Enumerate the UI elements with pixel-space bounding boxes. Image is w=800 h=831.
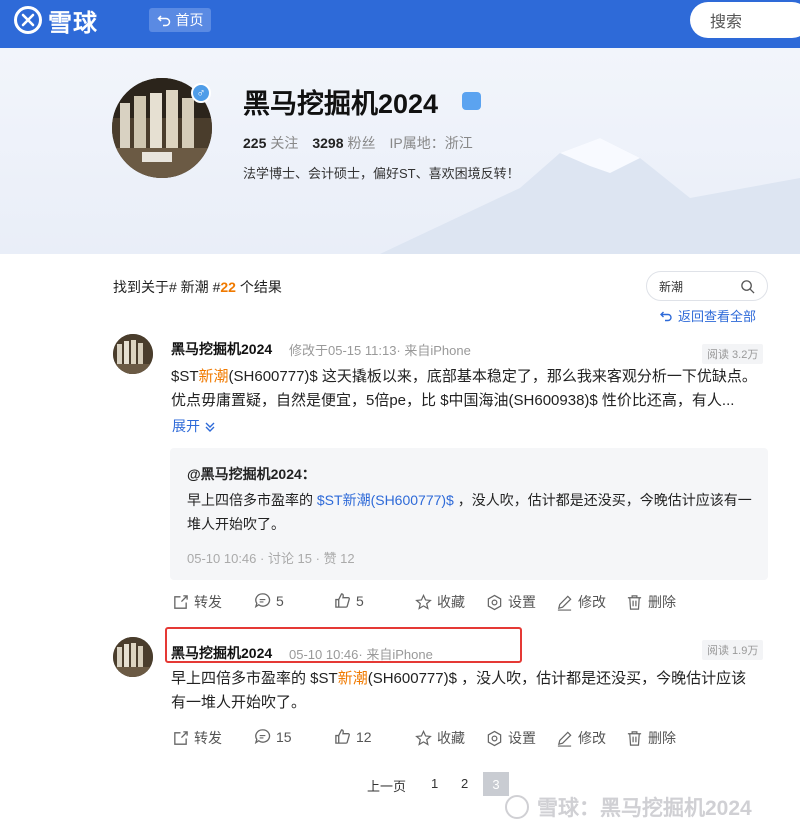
trash-icon (627, 730, 642, 746)
settings-button[interactable]: 设置 (486, 728, 536, 748)
following-stat[interactable]: 225 关注 (243, 133, 298, 153)
post-body-line1: $ST新潮(SH600777)$ 这天撬板以来，底部基本稳定了，那么我来客观分析… (171, 368, 757, 385)
profile-bio: 法学博士、会计硕士，偏好ST、喜欢困境反转！ (243, 166, 520, 181)
edit-button[interactable]: 修改 (556, 728, 606, 748)
post-body[interactable]: $ST新潮(SH600777)$ 这天撬板以来，底部基本稳定了，那么我来客观分析… (171, 365, 771, 413)
post-body-line2: 有一堆人开始吹了。 (171, 694, 307, 711)
repost-icon (174, 730, 188, 745)
logo-icon (14, 6, 42, 34)
search-icon[interactable] (740, 279, 755, 294)
post-body-line2: 优点毋庸置疑，自然是便宜，5倍pe，比 $中国海油(SH600938)$ 性价比… (171, 392, 735, 409)
top-navigation-bar: 雪球 首页 搜索 (0, 0, 800, 48)
post-body[interactable]: 早上四倍多市盈率的 $ST新潮(SH600777)$ ，没人吹，估计都是还没买，… (171, 667, 771, 715)
post-search-value: 新潮 (659, 279, 684, 294)
expand-link[interactable]: 展开 (172, 416, 216, 436)
gear-icon (487, 594, 502, 610)
repost-button[interactable]: 转发 (172, 728, 222, 748)
post-actions: 转发 5 5 收藏 设置 修改 删除 (172, 592, 692, 614)
male-gender-icon: ♂ (191, 83, 211, 103)
pencil-icon (557, 730, 572, 747)
favorite-button[interactable]: 收藏 (415, 728, 465, 748)
page-1-button[interactable]: 1 (431, 776, 438, 791)
post-actions: 转发 15 12 收藏 设置 修改 删除 (172, 728, 692, 750)
thumbs-up-icon (335, 593, 350, 608)
comment-icon (254, 729, 271, 745)
read-count-badge: 阅读 1.9万 (702, 640, 764, 660)
profile-stats: 225 关注 3298 粉丝 IP属地：浙江 (243, 133, 473, 153)
edit-button[interactable]: 修改 (556, 592, 606, 612)
xueqiu-logo[interactable]: 雪球 (14, 6, 98, 37)
repost-button[interactable]: 转发 (172, 592, 222, 612)
post-author-avatar[interactable] (113, 637, 153, 677)
comment-button[interactable]: 15 (254, 728, 292, 745)
repost-icon (174, 594, 188, 609)
comment-button[interactable]: 5 (254, 592, 284, 609)
back-arrow-icon (156, 15, 170, 27)
post-search-input[interactable]: 新潮 (646, 271, 768, 301)
delete-button[interactable]: 删除 (626, 592, 676, 612)
home-button[interactable]: 首页 (149, 8, 211, 32)
quoted-author[interactable]: @黑马挖掘机2024： (187, 464, 316, 484)
read-count-badge: 阅读 3.2万 (702, 344, 764, 364)
star-icon (415, 729, 432, 746)
comment-icon (254, 593, 271, 609)
page-2-button[interactable]: 2 (461, 776, 468, 791)
prev-page-button[interactable]: 上一页 (367, 776, 406, 795)
settings-button[interactable]: 设置 (486, 592, 536, 612)
thumbs-up-icon (335, 729, 350, 744)
like-button[interactable]: 12 (334, 728, 372, 745)
brand-name: 雪球 (48, 9, 98, 37)
star-icon (415, 593, 432, 610)
followers-stat[interactable]: 3298 粉丝 (312, 133, 375, 153)
double-chevron-down-icon (205, 422, 215, 433)
trash-icon (627, 594, 642, 610)
post-author-avatar[interactable] (113, 334, 153, 374)
stock-link[interactable]: $ST新潮(SH600777)$ (317, 492, 454, 508)
like-button[interactable]: 5 (334, 592, 364, 609)
favorite-button[interactable]: 收藏 (415, 592, 465, 612)
return-arrow-icon (660, 311, 672, 321)
quoted-text: 早上四倍多市盈率的 $ST新潮(SH600777)$ ，没人吹，估计都是还没买，… (187, 492, 752, 532)
home-label: 首页 (175, 12, 204, 28)
post-meta: 修改于05-15 11:13· 来自iPhone (289, 343, 471, 358)
quoted-meta: 05-10 10:46 · 讨论 15 · 赞 12 (187, 551, 355, 566)
pencil-icon (557, 594, 572, 611)
quoted-post[interactable]: @黑马挖掘机2024： 早上四倍多市盈率的 $ST新潮(SH600777)$ ，… (170, 448, 768, 580)
gear-icon (487, 730, 502, 746)
post-body-line1: 早上四倍多市盈率的 $ST新潮(SH600777)$ ，没人吹，估计都是还没买，… (171, 670, 747, 687)
profile-name: 黑马挖掘机2024 (243, 89, 439, 119)
profile-header: ♂ 黑马挖掘机2024 225 关注 3298 粉丝 IP属地：浙江 法学博士、会计… (0, 48, 800, 254)
search-placeholder: 搜索 (710, 14, 743, 31)
global-search-input[interactable]: 搜索 (690, 2, 800, 38)
delete-button[interactable]: 删除 (626, 728, 676, 748)
highlight-box (165, 627, 522, 663)
watermark: 雪球：黑马挖掘机2024 (505, 792, 752, 822)
watermark-logo-icon (505, 795, 529, 819)
search-result-summary: 找到关于# 新潮 #22 个结果 (113, 279, 282, 295)
back-to-all-link[interactable]: 返回查看全部 (660, 306, 756, 325)
verified-badge-icon (462, 92, 481, 110)
post-author-name[interactable]: 黑马挖掘机2024 (171, 339, 272, 359)
ip-location: IP属地：浙江 (389, 135, 473, 151)
